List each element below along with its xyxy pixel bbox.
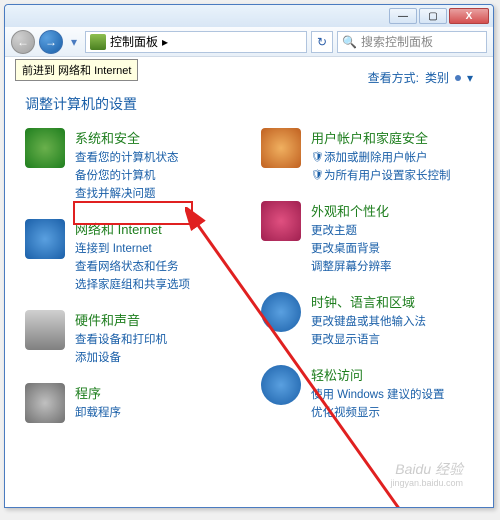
category-link[interactable]: 更改桌面背景 (311, 240, 392, 256)
bullet-icon (455, 75, 461, 81)
link-text: 查看设备和打印机 (75, 331, 167, 347)
maximize-button[interactable]: ▢ (419, 8, 447, 24)
category-body: 时钟、语言和区域更改键盘或其他输入法更改显示语言 (311, 292, 426, 347)
link-text: 优化视频显示 (311, 404, 380, 420)
category-link[interactable]: 为所有用户设置家长控制 (311, 167, 451, 183)
category-left-0: 系统和安全查看您的计算机状态备份您的计算机查找并解决问题 (25, 128, 237, 201)
category-right-3: 轻松访问使用 Windows 建议的设置优化视频显示 (261, 365, 473, 420)
link-text: 更改主题 (311, 222, 357, 238)
ic-sec-icon (25, 128, 65, 168)
category-body: 程序卸载程序 (75, 383, 121, 420)
link-text: 查看网络状态和任务 (75, 258, 179, 274)
link-text: 备份您的计算机 (75, 167, 156, 183)
category-link[interactable]: 添加设备 (75, 349, 167, 365)
category-title[interactable]: 硬件和声音 (75, 310, 167, 329)
link-text: 查找并解决问题 (75, 185, 156, 201)
shield-icon (311, 169, 321, 181)
category-body: 系统和安全查看您的计算机状态备份您的计算机查找并解决问题 (75, 128, 179, 201)
close-button[interactable]: X (449, 8, 489, 24)
category-link[interactable]: 添加或删除用户帐户 (311, 149, 451, 165)
category-link[interactable]: 优化视频显示 (311, 404, 445, 420)
link-text: 添加设备 (75, 349, 121, 365)
category-link[interactable]: 选择家庭组和共享选项 (75, 276, 190, 292)
link-text: 调整屏幕分辨率 (311, 258, 392, 274)
category-right-0: 用户帐户和家庭安全添加或删除用户帐户为所有用户设置家长控制 (261, 128, 473, 183)
link-text: 为所有用户设置家长控制 (324, 167, 451, 183)
category-body: 硬件和声音查看设备和打印机添加设备 (75, 310, 167, 365)
link-text: 更改显示语言 (311, 331, 380, 347)
ic-ease-icon (261, 365, 301, 405)
category-title[interactable]: 程序 (75, 383, 121, 402)
link-text: 添加或删除用户帐户 (324, 149, 428, 165)
view-value[interactable]: 类别 (425, 69, 449, 86)
forward-button[interactable]: → (39, 30, 63, 54)
category-link[interactable]: 使用 Windows 建议的设置 (311, 386, 445, 402)
category-link[interactable]: 查看网络状态和任务 (75, 258, 190, 274)
category-body: 用户帐户和家庭安全添加或删除用户帐户为所有用户设置家长控制 (311, 128, 451, 183)
content-area: 查看方式: 类别 ▾ 调整计算机的设置 系统和安全查看您的计算机状态备份您的计算… (5, 57, 493, 507)
category-title[interactable]: 时钟、语言和区域 (311, 292, 426, 311)
category-link[interactable]: 备份您的计算机 (75, 167, 179, 183)
control-panel-window: — ▢ X ← → ▾ 控制面板 ▸ ↻ 🔍 搜索控制面板 前进到 网络和 In… (4, 4, 494, 508)
category-title[interactable]: 轻松访问 (311, 365, 445, 384)
category-body: 外观和个性化更改主题更改桌面背景调整屏幕分辨率 (311, 201, 392, 274)
category-title[interactable]: 外观和个性化 (311, 201, 392, 220)
address-breadcrumb[interactable]: 控制面板 ▸ (85, 31, 307, 53)
right-column: 用户帐户和家庭安全添加或删除用户帐户为所有用户设置家长控制外观和个性化更改主题更… (261, 128, 473, 423)
link-text: 更改桌面背景 (311, 240, 380, 256)
category-link[interactable]: 连接到 Internet (75, 240, 190, 256)
shield-icon (311, 151, 321, 163)
category-link[interactable]: 调整屏幕分辨率 (311, 258, 392, 274)
category-left-1: 网络和 Internet 连接到 Internet 查看网络状态和任务选择家庭组和共… (25, 219, 237, 292)
link-text: 更改键盘或其他输入法 (311, 313, 426, 329)
link-text: 使用 Windows 建议的设置 (311, 386, 445, 402)
page-title: 调整计算机的设置 (25, 94, 473, 114)
ic-net-icon (25, 219, 65, 259)
category-title[interactable]: 系统和安全 (75, 128, 179, 147)
category-link[interactable]: 更改显示语言 (311, 331, 426, 347)
category-link[interactable]: 更改键盘或其他输入法 (311, 313, 426, 329)
category-grid: 系统和安全查看您的计算机状态备份您的计算机查找并解决问题网络和 Internet… (25, 128, 473, 423)
link-text: 查看您的计算机状态 (75, 149, 179, 165)
ic-clock-icon (261, 292, 301, 332)
category-right-2: 时钟、语言和区域更改键盘或其他输入法更改显示语言 (261, 292, 473, 347)
category-body: 网络和 Internet 连接到 Internet 查看网络状态和任务选择家庭组和共… (75, 219, 190, 292)
category-right-1: 外观和个性化更改主题更改桌面背景调整屏幕分辨率 (261, 201, 473, 274)
refresh-button[interactable]: ↻ (311, 31, 333, 53)
forward-tooltip: 前进到 网络和 Internet (15, 59, 138, 81)
breadcrumb-item[interactable]: 控制面板 (110, 33, 158, 50)
category-left-3: 程序卸载程序 (25, 383, 237, 423)
control-panel-icon (90, 34, 106, 50)
category-body: 轻松访问使用 Windows 建议的设置优化视频显示 (311, 365, 445, 420)
category-link[interactable]: 更改主题 (311, 222, 392, 238)
category-link[interactable]: 查找并解决问题 (75, 185, 179, 201)
link-text: 卸载程序 (75, 404, 121, 420)
ic-user-icon (261, 128, 301, 168)
category-title[interactable]: 用户帐户和家庭安全 (311, 128, 451, 147)
ic-appear-icon (261, 201, 301, 241)
ic-prog-icon (25, 383, 65, 423)
minimize-button[interactable]: — (389, 8, 417, 24)
category-link[interactable]: 查看设备和打印机 (75, 331, 167, 347)
search-placeholder: 搜索控制面板 (361, 33, 433, 50)
ic-hw-icon (25, 310, 65, 350)
navigation-bar: ← → ▾ 控制面板 ▸ ↻ 🔍 搜索控制面板 (5, 27, 493, 57)
left-column: 系统和安全查看您的计算机状态备份您的计算机查找并解决问题网络和 Internet… (25, 128, 237, 423)
titlebar: — ▢ X (5, 5, 493, 27)
category-title[interactable]: 网络和 Internet (75, 219, 190, 238)
link-text: 选择家庭组和共享选项 (75, 276, 190, 292)
search-input[interactable]: 🔍 搜索控制面板 (337, 31, 487, 53)
category-link[interactable]: 查看您的计算机状态 (75, 149, 179, 165)
nav-history-dropdown[interactable]: ▾ (67, 30, 81, 54)
view-label: 查看方式: (368, 69, 419, 86)
category-left-2: 硬件和声音查看设备和打印机添加设备 (25, 310, 237, 365)
search-icon: 🔍 (342, 35, 357, 49)
view-dropdown-arrow[interactable]: ▾ (467, 71, 473, 85)
category-link[interactable]: 卸载程序 (75, 404, 121, 420)
breadcrumb-arrow[interactable]: ▸ (162, 35, 168, 49)
link-text: 连接到 Internet (75, 240, 152, 256)
back-button[interactable]: ← (11, 30, 35, 54)
